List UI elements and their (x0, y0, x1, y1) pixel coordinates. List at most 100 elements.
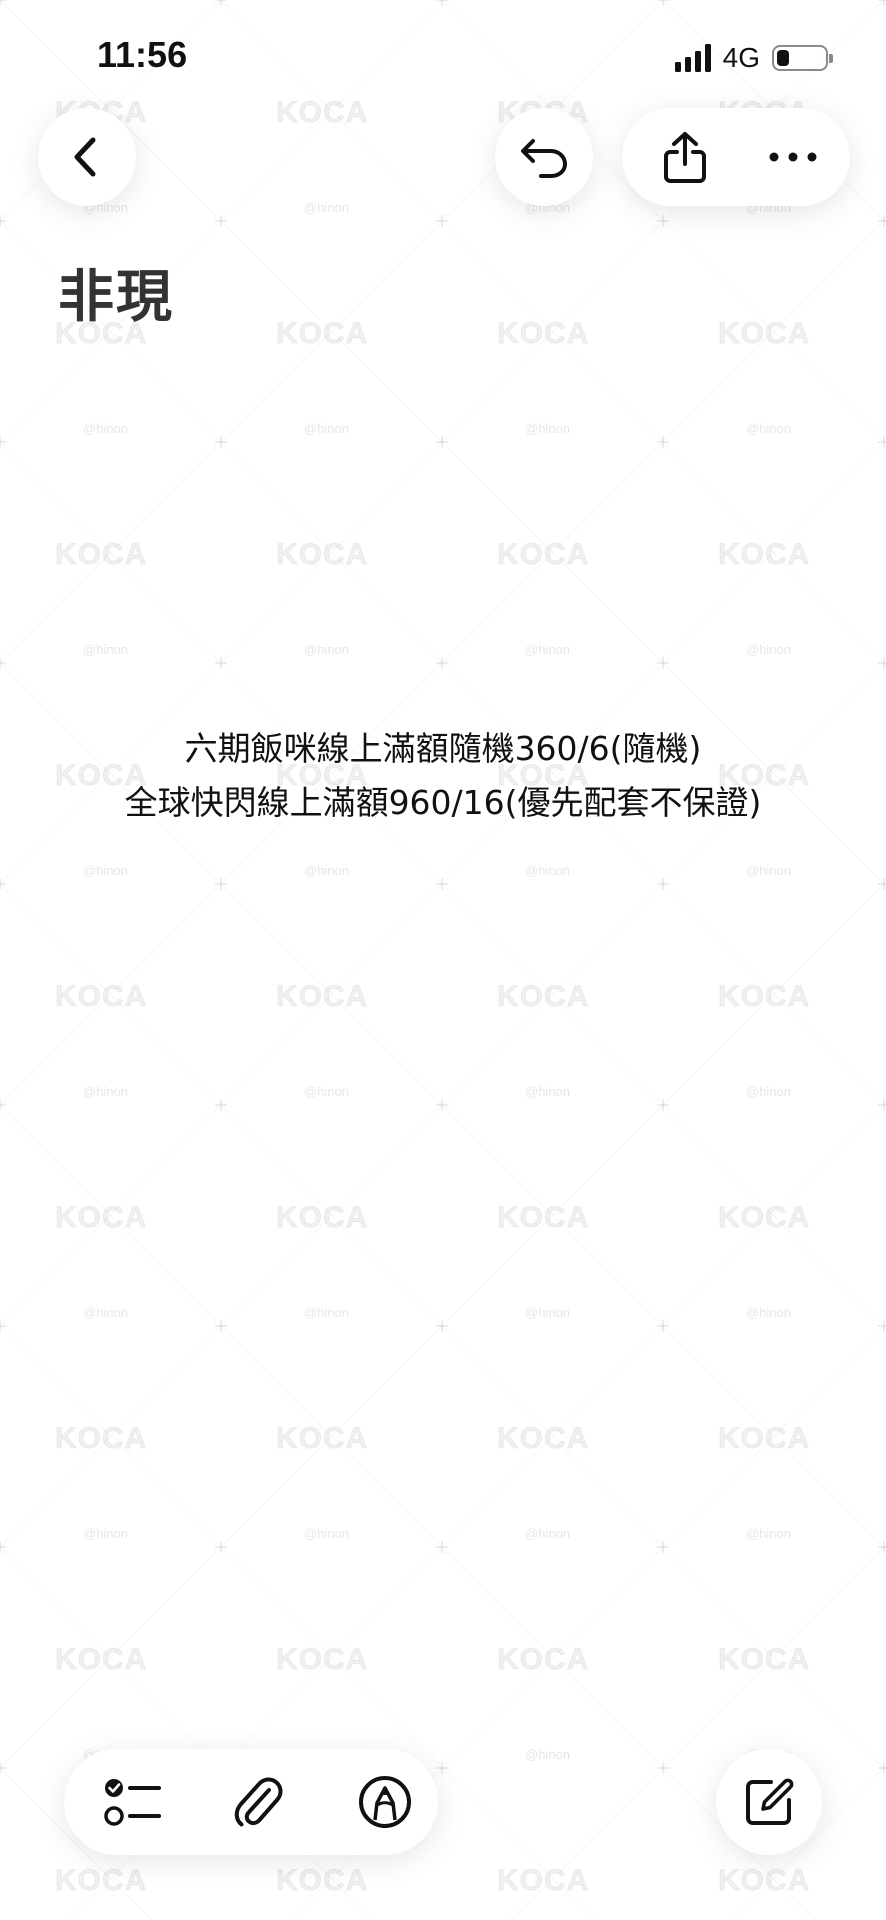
watermark-logo: KOCA (717, 538, 811, 572)
watermark-plus-icon (878, 0, 886, 6)
watermark-logo: KOCA (496, 1422, 590, 1456)
watermark-line (663, 0, 886, 1920)
watermark-plus-icon (0, 878, 6, 890)
more-button[interactable] (744, 108, 842, 206)
watermark-logo: KOCA (275, 980, 369, 1014)
watermark-logo: KOCA (717, 1864, 811, 1898)
watermark-plus-icon (436, 0, 448, 6)
watermark-logo: KOCA (275, 1643, 369, 1677)
cellular-signal-icon (674, 44, 711, 72)
watermark-plus-icon (215, 1099, 227, 1111)
attachment-button[interactable] (204, 1749, 314, 1855)
watermark-plus-icon (0, 1099, 6, 1111)
watermark-handle: @hinon (746, 863, 792, 878)
watermark-plus-icon (878, 1762, 886, 1774)
watermark-line (0, 0, 373, 1920)
watermark-plus-icon (215, 1320, 227, 1332)
watermark-logo: KOCA (275, 538, 369, 572)
watermark-logo: KOCA (54, 1422, 148, 1456)
watermark-handle: @hinon (746, 421, 792, 436)
watermark-plus-icon (657, 878, 669, 890)
note-line: 全球快閃線上滿額960/16(優先配套不保證) (124, 783, 762, 822)
note-body[interactable]: 六期飯咪線上滿額隨機360/6(隨機) 全球快閃線上滿額960/16(優先配套不… (0, 722, 886, 830)
watermark-handle: @hinon (746, 1526, 792, 1541)
watermark-plus-icon (657, 1541, 669, 1553)
watermark-plus-icon (0, 657, 6, 669)
watermark-plus-icon (436, 657, 448, 669)
watermark-logo: KOCA (496, 317, 590, 351)
watermark-logo: KOCA (717, 1422, 811, 1456)
watermark-handle: @hinon (525, 421, 571, 436)
note-title[interactable]: 非現 (58, 252, 174, 333)
watermark-plus-icon (436, 215, 448, 227)
pen-markup-icon (359, 1776, 411, 1828)
watermark-handle: @hinon (525, 1747, 571, 1762)
watermark-handle: @hinon (304, 200, 350, 215)
status-indicators: 4G (674, 40, 833, 76)
watermark-plus-icon (657, 1099, 669, 1111)
share-more-group (622, 108, 850, 206)
watermark-logo: KOCA (275, 1422, 369, 1456)
bottom-toolbar (64, 1749, 438, 1855)
watermark-logo: KOCA (717, 1201, 811, 1235)
watermark-handle: @hinon (83, 1526, 129, 1541)
watermark-line (290, 0, 886, 1920)
more-horizontal-icon (769, 152, 817, 162)
watermark-logo: KOCA (496, 1864, 590, 1898)
watermark-plus-icon (436, 878, 448, 890)
watermark-plus-icon (0, 1320, 6, 1332)
watermark-plus-icon (436, 1320, 448, 1332)
note-line: 六期飯咪線上滿額隨機360/6(隨機) (184, 729, 702, 768)
watermark-logo: KOCA (717, 317, 811, 351)
watermark-plus-icon (878, 1541, 886, 1553)
watermark-handle: @hinon (304, 1084, 350, 1099)
watermark-plus-icon (657, 1762, 669, 1774)
watermark-handle: @hinon (83, 642, 129, 657)
watermark-logo: KOCA (275, 1864, 369, 1898)
watermark-plus-icon (0, 1762, 6, 1774)
watermark-logo: KOCA (275, 317, 369, 351)
watermark-plus-icon (878, 215, 886, 227)
watermark-line (511, 0, 886, 1920)
watermark-logo: KOCA (275, 96, 369, 130)
undo-icon (521, 139, 567, 178)
compose-button[interactable] (716, 1749, 822, 1855)
watermark-handle: @hinon (304, 863, 350, 878)
paperclip-icon (234, 1777, 283, 1827)
markup-button[interactable] (330, 1749, 440, 1855)
watermark-plus-icon (0, 436, 6, 448)
watermark-plus-icon (436, 436, 448, 448)
watermark-plus-icon (878, 436, 886, 448)
back-button[interactable] (38, 108, 136, 206)
watermark-plus-icon (657, 0, 669, 6)
undo-button[interactable] (495, 108, 593, 206)
checklist-button[interactable] (78, 1749, 188, 1855)
watermark-handle: @hinon (83, 1305, 129, 1320)
watermark-handle: @hinon (525, 1305, 571, 1320)
share-button[interactable] (636, 108, 734, 206)
watermark-plus-icon (657, 215, 669, 227)
watermark-handle: @hinon (746, 642, 792, 657)
watermark-handle: @hinon (525, 1526, 571, 1541)
watermark-plus-icon (0, 0, 6, 6)
watermark-plus-icon (0, 215, 6, 227)
watermark-line (442, 0, 886, 1920)
battery-icon (772, 45, 833, 71)
watermark-handle: @hinon (525, 863, 571, 878)
watermark-plus-icon (878, 1099, 886, 1111)
watermark-line (221, 0, 886, 1920)
watermark-plus-icon (657, 1320, 669, 1332)
watermark-plus-icon (436, 1099, 448, 1111)
watermark-logo: KOCA (496, 980, 590, 1014)
checklist-icon (104, 1779, 161, 1826)
watermark-handle: @hinon (746, 1305, 792, 1320)
watermark-plus-icon (215, 1541, 227, 1553)
status-time: 11:56 (97, 34, 188, 75)
watermark-handle: @hinon (304, 1526, 350, 1541)
watermark-plus-icon (436, 1541, 448, 1553)
share-icon (664, 132, 706, 183)
watermark-logo: KOCA (496, 1201, 590, 1235)
watermark-logo: KOCA (496, 538, 590, 572)
network-type-label: 4G (722, 42, 760, 73)
watermark-logo: KOCA (717, 980, 811, 1014)
